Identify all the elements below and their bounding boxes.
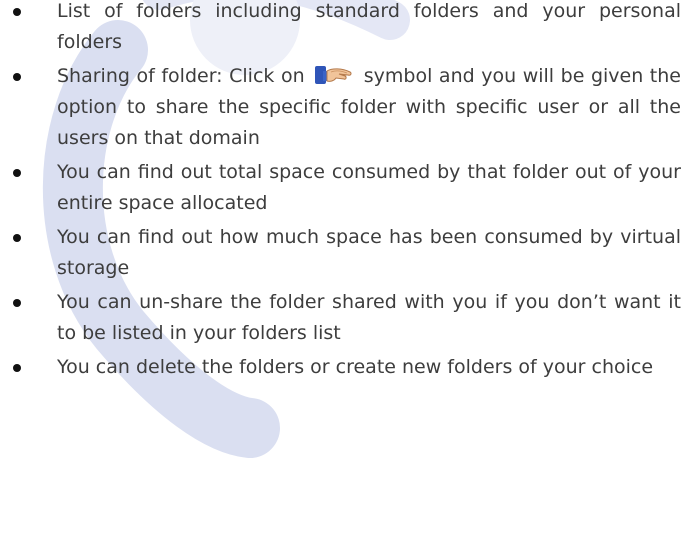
bullet-icon (13, 169, 21, 177)
list-item-text: You can find out how much space has been… (57, 226, 681, 279)
share-hand-icon (315, 66, 352, 84)
list-item-text: You can un-share the folder shared with … (57, 291, 681, 344)
list-item: You can find out total space consumed by… (0, 157, 681, 219)
list-item: You can delete the folders or create new… (0, 352, 681, 383)
list-item: You can un-share the folder shared with … (0, 287, 681, 349)
document-body: List of folders including standard folde… (0, 0, 691, 386)
list-item-text: You can find out total space consumed by… (57, 161, 681, 214)
list-item-text: You can delete the folders or create new… (57, 356, 654, 378)
bullet-icon (13, 73, 21, 81)
list-item-text-before: Sharing of folder: Click on (57, 65, 305, 87)
bullet-list: List of folders including standard folde… (0, 0, 691, 383)
list-item-text: List of folders including standard folde… (57, 0, 681, 53)
list-item: You can find out how much space has been… (0, 222, 681, 284)
bullet-icon (13, 234, 21, 242)
bullet-icon (13, 364, 21, 372)
bullet-icon (13, 8, 21, 16)
list-item: Sharing of folder: Click on symbol and y… (0, 61, 681, 154)
bullet-icon (13, 299, 21, 307)
list-item: List of folders including standard folde… (0, 0, 681, 58)
